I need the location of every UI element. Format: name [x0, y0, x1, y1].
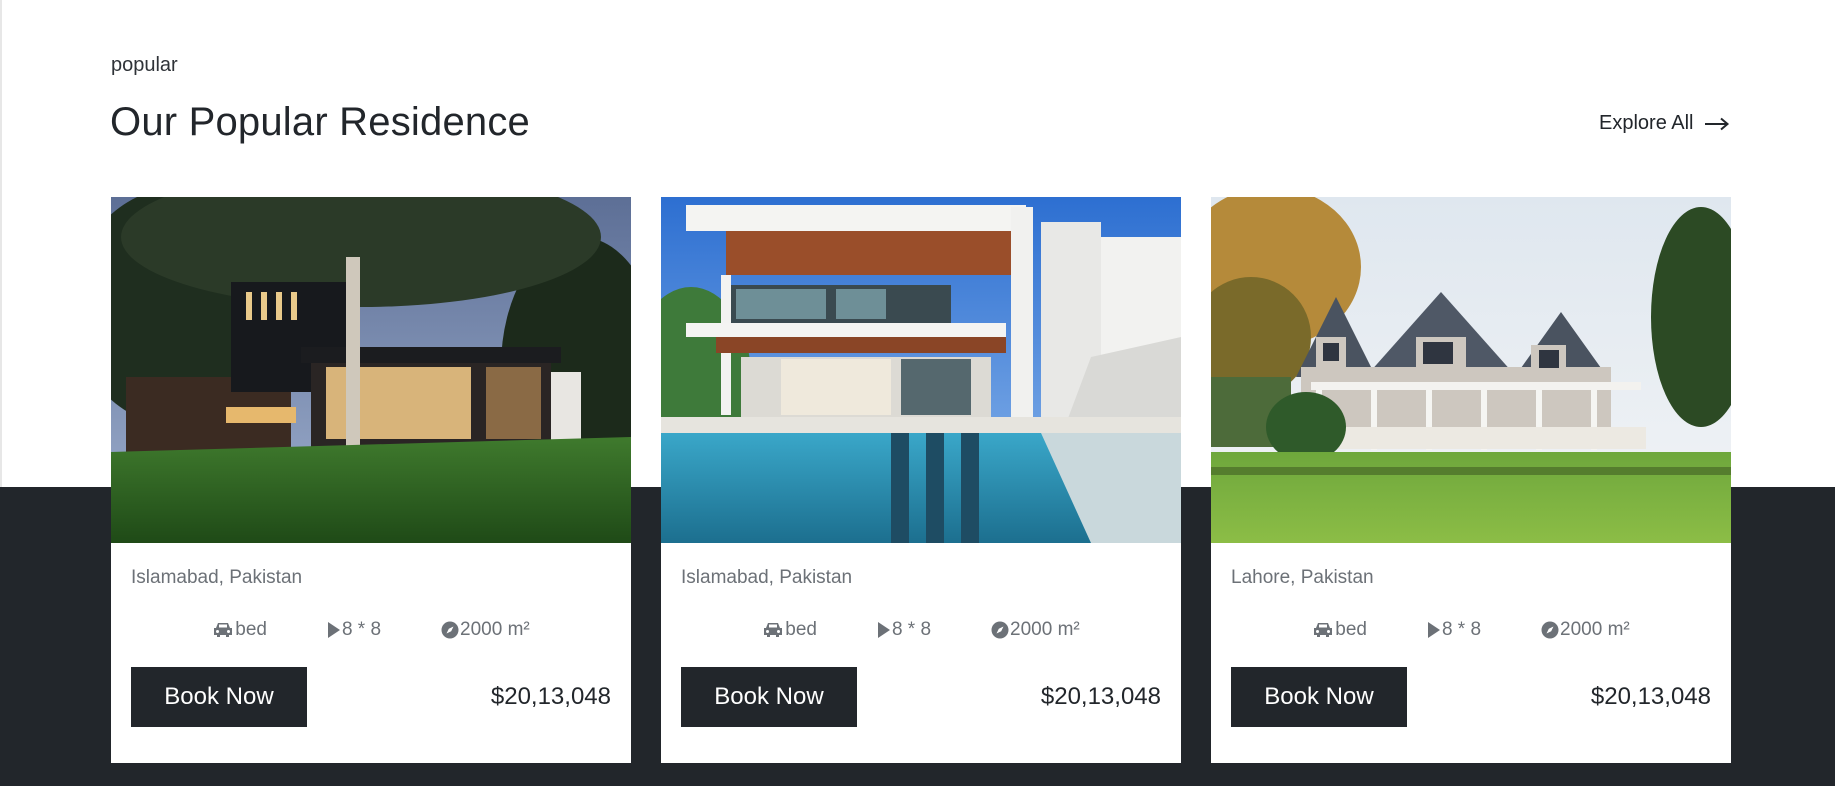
card-features: bed 8 * 8 2000 m²	[131, 617, 611, 643]
feature-beds-label: bed	[1335, 619, 1367, 640]
feature-area: 2000 m²	[1541, 619, 1630, 641]
feature-area-label: 2000 m²	[1010, 619, 1080, 640]
car-icon	[214, 623, 233, 637]
residence-cards: Islamabad, Pakistan bed 8 * 8 2000 m² Bo…	[111, 197, 1731, 763]
card-location: Islamabad, Pakistan	[681, 567, 853, 588]
book-now-button[interactable]: Book Now	[681, 667, 857, 727]
card-features: bed 8 * 8 2000 m²	[1231, 617, 1711, 643]
feature-beds: bed	[762, 619, 817, 641]
card-footer: Book Now $20,13,048	[131, 667, 611, 727]
card-footer: Book Now $20,13,048	[1231, 667, 1711, 727]
residence-photo-modern-dark-house	[111, 197, 631, 543]
explore-all-label: Explore All	[1599, 112, 1694, 134]
feature-size: 8 * 8	[327, 619, 381, 641]
book-now-button[interactable]: Book Now	[131, 667, 307, 727]
card-footer: Book Now $20,13,048	[681, 667, 1161, 727]
residence-card: Lahore, Pakistan bed 8 * 8 2000 m² Book …	[1211, 197, 1731, 763]
feature-beds: bed	[212, 619, 267, 641]
card-features: bed 8 * 8 2000 m²	[681, 617, 1161, 643]
car-icon	[764, 623, 783, 637]
play-icon	[877, 622, 890, 638]
compass-icon	[991, 621, 1009, 639]
feature-size-label: 8 * 8	[1441, 619, 1482, 640]
feature-size: 8 * 8	[1427, 619, 1481, 641]
residence-card: Islamabad, Pakistan bed 8 * 8 2000 m² Bo…	[661, 197, 1181, 763]
section-title: Our Popular Residence	[110, 100, 530, 144]
feature-beds-label: bed	[785, 619, 817, 640]
feature-area-label: 2000 m²	[1560, 619, 1630, 640]
feature-size-label: 8 * 8	[341, 619, 382, 640]
feature-area: 2000 m²	[991, 619, 1080, 641]
play-icon	[327, 622, 340, 638]
card-price: $20,13,048	[490, 683, 611, 710]
explore-all-link[interactable]: Explore All	[1599, 112, 1730, 135]
residence-photo-white-villa-pool	[661, 197, 1181, 543]
feature-beds: bed	[1312, 619, 1367, 641]
arrow-right-icon	[1704, 117, 1729, 130]
feature-size-label: 8 * 8	[891, 619, 932, 640]
feature-area: 2000 m²	[441, 619, 530, 641]
residence-photo-colonial-house	[1211, 197, 1731, 543]
play-icon	[1427, 622, 1440, 638]
left-border	[0, 0, 2, 487]
card-price: $20,13,048	[1590, 683, 1711, 710]
card-price: $20,13,048	[1040, 683, 1161, 710]
car-icon	[1314, 623, 1333, 637]
feature-area-label: 2000 m²	[460, 619, 530, 640]
compass-icon	[1541, 621, 1559, 639]
section-eyebrow: popular	[111, 54, 178, 76]
residence-card: Islamabad, Pakistan bed 8 * 8 2000 m² Bo…	[111, 197, 631, 763]
book-now-button[interactable]: Book Now	[1231, 667, 1407, 727]
feature-size: 8 * 8	[877, 619, 931, 641]
card-location: Lahore, Pakistan	[1231, 567, 1374, 588]
card-location: Islamabad, Pakistan	[131, 567, 303, 588]
compass-icon	[441, 621, 459, 639]
feature-beds-label: bed	[235, 619, 267, 640]
